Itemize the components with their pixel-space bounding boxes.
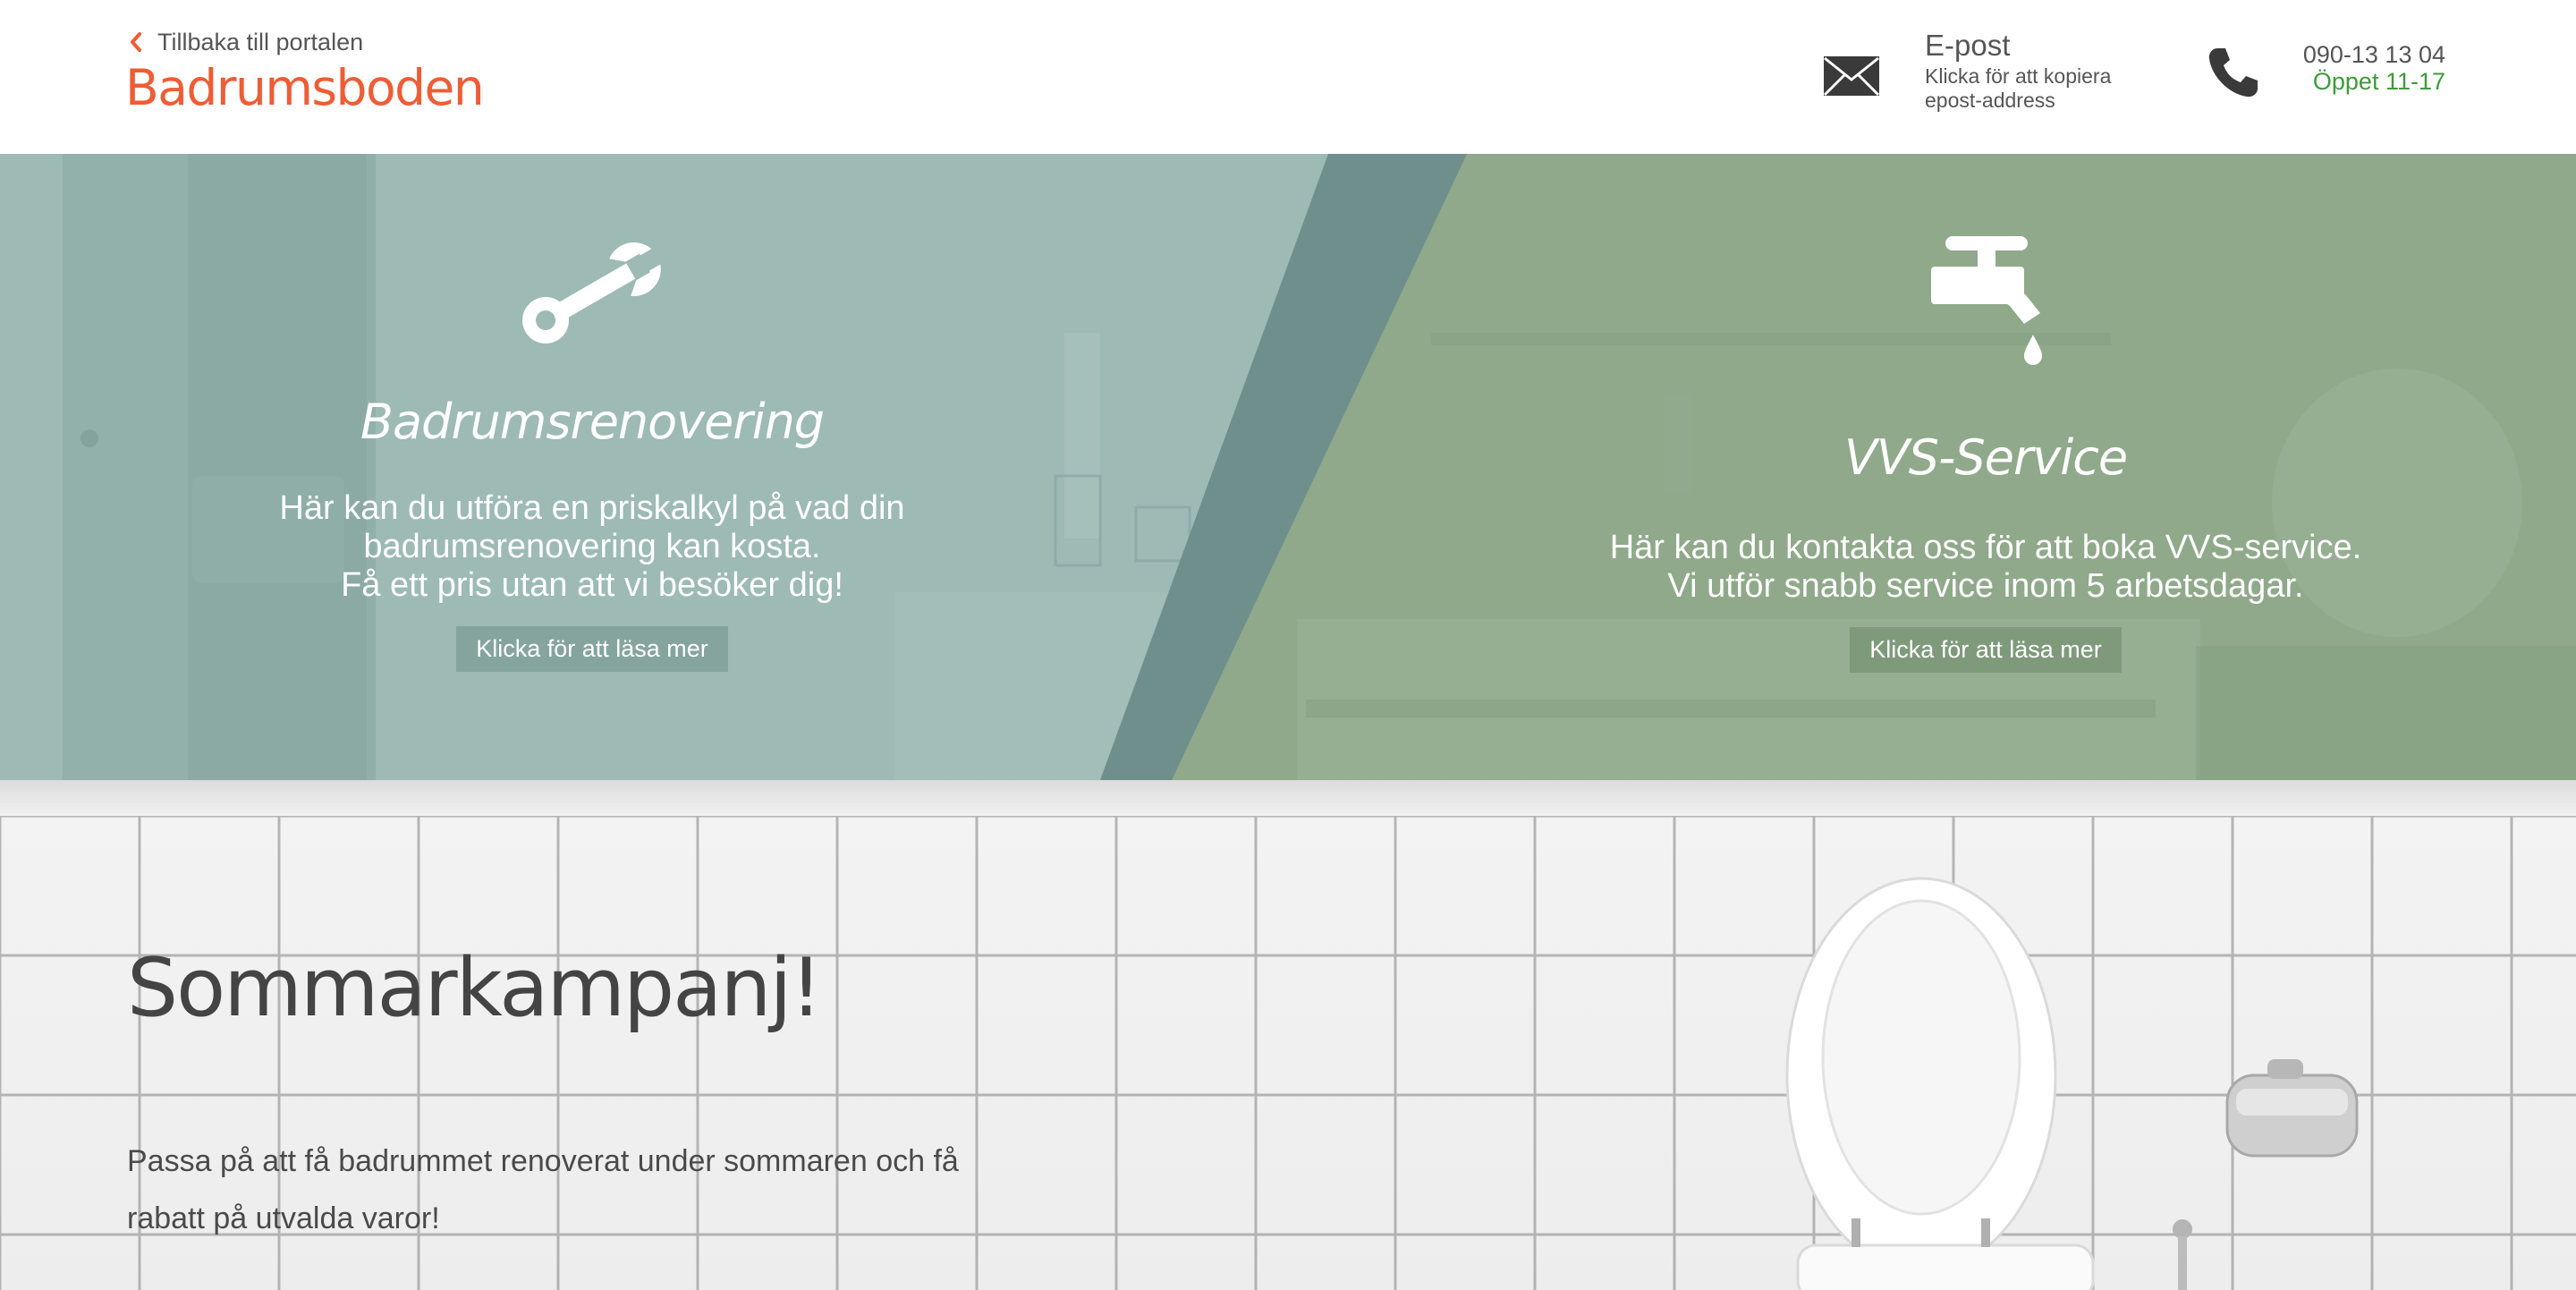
summer-campaign-section: Sommarkampanj! Passa på att få badrummet… [0, 780, 2576, 1290]
vvs-text-line: Vi utför snabb service inom 5 arbetsdaga… [1667, 567, 2304, 605]
brand-logo[interactable]: Badrumsboden [125, 59, 485, 116]
envelope-icon[interactable] [1823, 55, 1880, 97]
wrench-icon [522, 242, 666, 344]
renovation-panel: Badrumsrenovering Här kan du utföra en p… [234, 154, 950, 672]
renovation-text-line: Få ett pris utan att vi besöker dig! [341, 566, 843, 604]
vvs-read-more-button[interactable]: Klicka för att läsa mer [1850, 627, 2122, 673]
renovation-title: Badrumsrenovering [360, 394, 825, 450]
copy-email-link[interactable]: Klicka för att kopiera epost-address [1925, 64, 2157, 113]
vvs-service-panel: VVS-Service Här kan du kontakta oss för … [1538, 154, 2433, 673]
faucet-icon [1931, 236, 2042, 365]
site-header: Tillbaka till portalen Badrumsboden E-po… [0, 0, 2576, 154]
campaign-text-line: rabatt på utvalda varor! [127, 1201, 440, 1235]
campaign-text-line: Passa på att få badrummet renoverat unde… [127, 1144, 959, 1178]
renovation-text-line: badrumsrenovering kan kosta. [363, 528, 821, 565]
renovation-text-line: Här kan du utföra en priskalkyl på vad d… [279, 489, 905, 527]
opening-hours: Öppet 11-17 [2312, 68, 2445, 95]
phone-number[interactable]: 090-13 13 04 [2303, 41, 2445, 69]
phone-icon[interactable] [2206, 45, 2261, 100]
back-to-portal-link[interactable]: Tillbaka till portalen [127, 27, 363, 57]
vvs-text-line: Här kan du kontakta oss för att boka VVS… [1609, 529, 2362, 566]
email-title: E-post [1925, 29, 2011, 62]
renovation-read-more-button[interactable]: Klicka för att läsa mer [456, 626, 728, 672]
services-hero: Badrumsrenovering Här kan du utföra en p… [0, 154, 2576, 780]
chevron-left-icon [131, 32, 141, 52]
vvs-service-title: VVS-Service [1843, 429, 2128, 486]
back-link-label: Tillbaka till portalen [157, 28, 364, 55]
campaign-title: Sommarkampanj! [127, 941, 822, 1035]
